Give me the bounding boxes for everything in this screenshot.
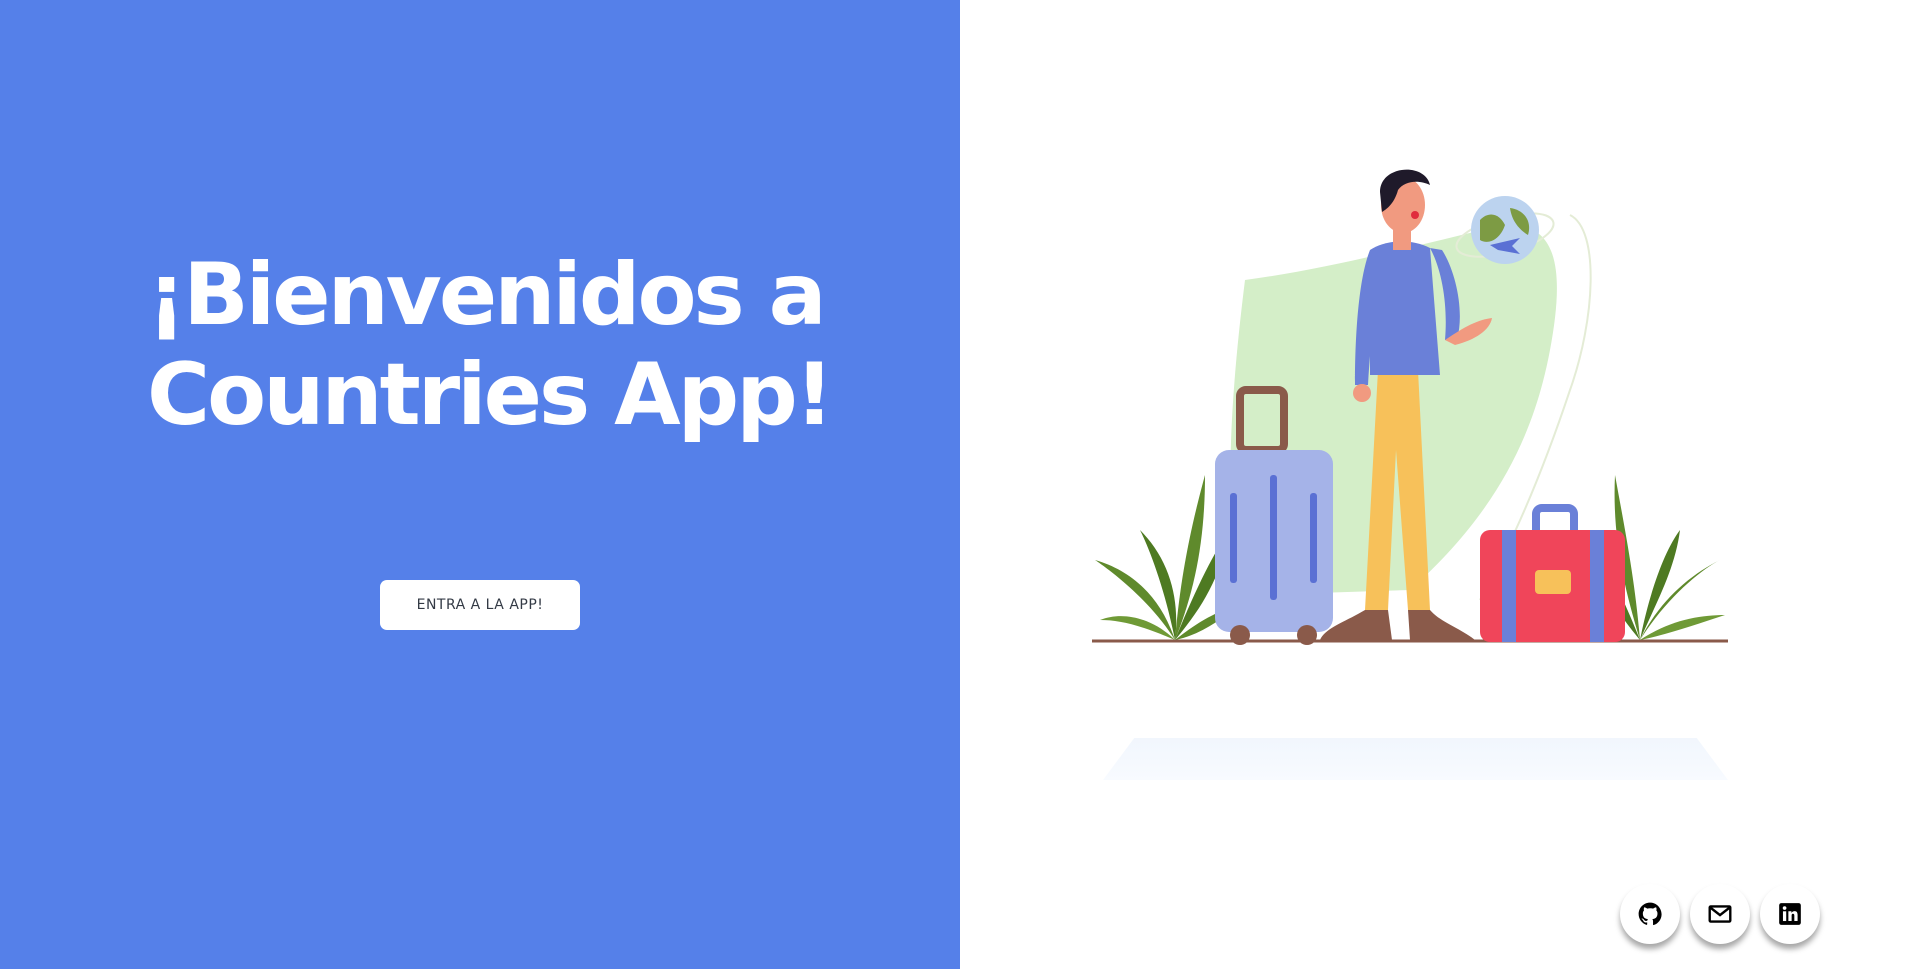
illustration-reflection: [1103, 738, 1728, 780]
mail-button[interactable]: [1690, 884, 1750, 944]
linkedin-button[interactable]: [1760, 884, 1820, 944]
hero-title-line-1: ¡Bienvenidos a: [147, 245, 827, 345]
linkedin-icon: [1779, 903, 1801, 925]
red-suitcase-icon: [1480, 504, 1625, 642]
enter-app-button[interactable]: ENTRA A LA APP!: [380, 580, 580, 630]
hero-panel: ¡Bienvenidos a Countries App! ENTRA A LA…: [0, 0, 960, 969]
github-button[interactable]: [1620, 884, 1680, 944]
traveler-illustration: [1092, 169, 1728, 645]
github-icon: [1638, 902, 1662, 926]
hero-title: ¡Bienvenidos a Countries App!: [147, 245, 907, 445]
mail-icon: [1708, 905, 1732, 923]
hero-title-line-2: Countries App!: [147, 345, 834, 445]
